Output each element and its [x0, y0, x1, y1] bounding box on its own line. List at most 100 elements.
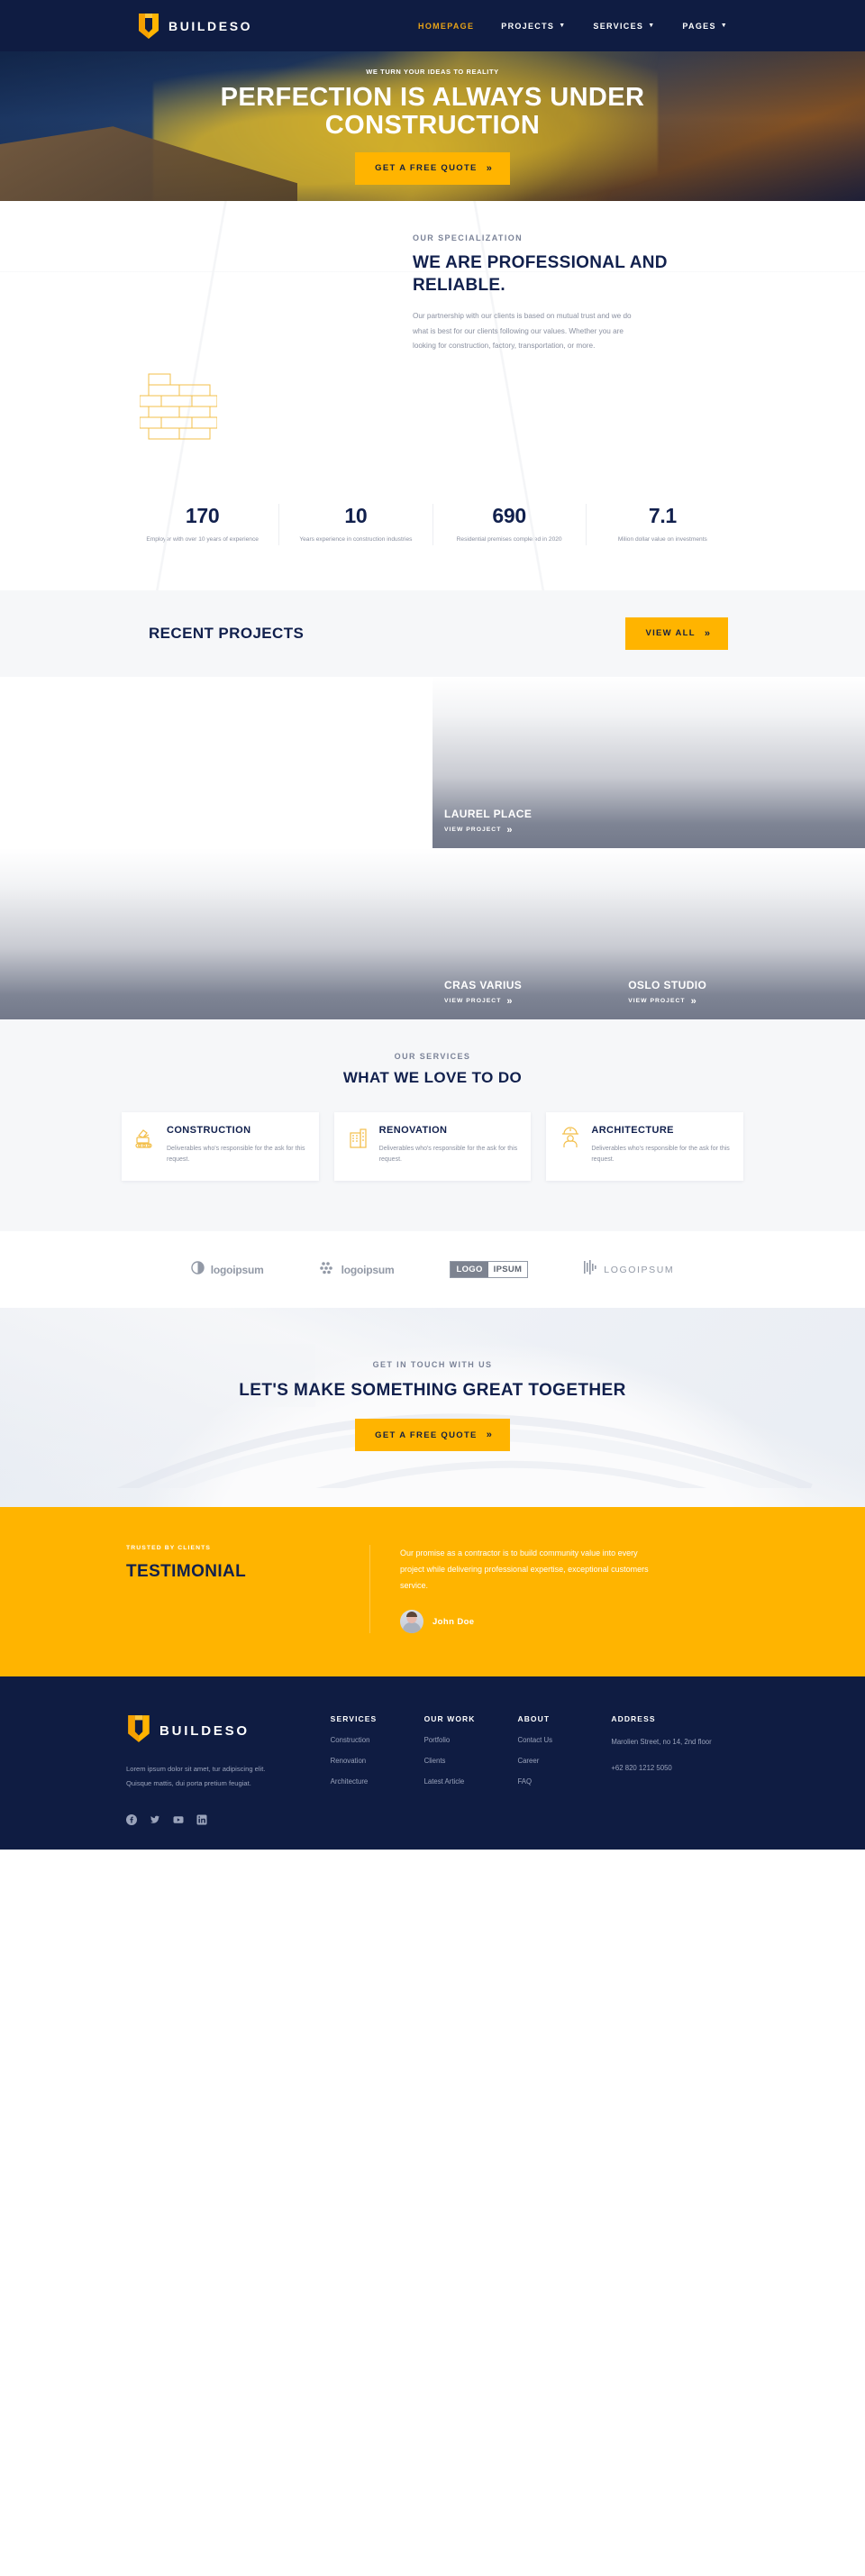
chevron-down-icon: ▼: [648, 23, 656, 29]
twitter-icon[interactable]: [150, 1813, 160, 1824]
service-desc: Deliverables who's responsible for the a…: [378, 1145, 518, 1164]
stat-item: 690 Residential premises completed in 20…: [433, 504, 587, 545]
view-all-label: VIEW ALL: [645, 628, 696, 639]
stats-row: 170 Employer with over 10 years of exper…: [126, 504, 739, 590]
nav-item-pages-label: PAGES: [682, 21, 716, 31]
stat-label: Milion dollar value on investments: [617, 536, 707, 543]
brick-wall-illustration: [139, 373, 218, 448]
project-view-label: VIEW PROJECT: [444, 827, 502, 834]
brand-name: BUILDESO: [168, 18, 253, 33]
footer: BUILDESO Lorem ipsum dolor sit amet, tur…: [0, 1676, 865, 1850]
footer-link[interactable]: Career: [517, 1757, 611, 1765]
footer-column-heading: SERVICES: [330, 1714, 378, 1724]
stat-value: 690: [492, 504, 526, 527]
footer-column-address: ADDRESS Marolien Street, no 14, 2nd floo…: [611, 1714, 739, 1789]
client-logo-label-b: IPSUM: [493, 1265, 523, 1275]
footer-link[interactable]: FAQ: [517, 1777, 611, 1786]
stat-item: 170 Employer with over 10 years of exper…: [126, 504, 280, 545]
testimonial-author: John Doe: [432, 1616, 475, 1627]
chevron-down-icon: ▼: [720, 23, 728, 29]
nav-item-pages[interactable]: PAGES ▼: [682, 22, 728, 31]
footer-column-heading: ABOUT: [517, 1714, 551, 1724]
hero-get-quote-button[interactable]: GET A FREE QUOTE »: [355, 151, 510, 185]
brand-logo[interactable]: BUILDESO: [137, 13, 252, 40]
client-logo-2: logoipsum: [319, 1261, 395, 1279]
footer-address-street: Marolien Street, no 14, 2nd floor: [611, 1738, 712, 1747]
service-title: RENOVATION: [378, 1124, 448, 1136]
about-illustration-col: [135, 233, 396, 459]
services-eyebrow: OUR SERVICES: [394, 1051, 471, 1061]
buildeso-logo-mark: [137, 13, 160, 40]
footer-link[interactable]: Construction: [331, 1736, 424, 1744]
service-card-architecture[interactable]: ARCHITECTURE Deliverables who's responsi…: [546, 1111, 744, 1182]
footer-link[interactable]: Clients: [424, 1757, 518, 1765]
nav-item-homepage[interactable]: HOMEPAGE: [418, 22, 474, 31]
youtube-icon[interactable]: [173, 1813, 184, 1824]
project-card-row2-right[interactable]: CRAS VARIUS VIEW PROJECT » OSLO STUDIO V…: [432, 847, 865, 1019]
project-view-link[interactable]: VIEW PROJECT »: [628, 996, 706, 1007]
hero-eyebrow: WE TURN YOUR IDEAS TO REALITY: [366, 68, 499, 77]
hero-get-quote-label: GET A FREE QUOTE: [375, 163, 478, 174]
worker-helmet-icon: [559, 1125, 582, 1167]
project-view-link[interactable]: VIEW PROJECT »: [444, 996, 522, 1007]
recent-projects-title: RECENT PROJECTS: [149, 624, 305, 642]
double-chevron-right-icon: »: [486, 162, 492, 174]
about-paragraph: Our partnership with our clients is base…: [413, 312, 632, 350]
footer-brand-name: BUILDESO: [159, 1723, 250, 1740]
facebook-icon[interactable]: [126, 1813, 137, 1825]
nav-item-services[interactable]: SERVICES ▼: [593, 22, 655, 31]
stat-value: 10: [344, 504, 368, 527]
nav-item-services-label: SERVICES: [593, 21, 644, 31]
cta-get-quote-button[interactable]: GET A FREE QUOTE »: [355, 1419, 510, 1452]
footer-link[interactable]: Architecture: [331, 1777, 424, 1786]
stat-value: 170: [185, 504, 220, 527]
cta-heading: LET'S MAKE SOMETHING GREAT TOGETHER: [239, 1381, 626, 1401]
nav-item-projects-label: PROJECTS: [501, 21, 555, 31]
project-view-label: VIEW PROJECT: [444, 998, 502, 1005]
chevron-down-icon: ▼: [559, 23, 567, 29]
project-card-cras-varius-left[interactable]: [0, 847, 432, 1019]
boxed-logo-icon: LOGO IPSUM: [450, 1261, 529, 1279]
double-chevron-right-icon: »: [690, 995, 697, 1007]
cta-get-quote-label: GET A FREE QUOTE: [375, 1430, 478, 1440]
split-circle-icon: [191, 1261, 205, 1279]
footer-column-heading: ADDRESS: [611, 1714, 656, 1724]
nav-item-projects[interactable]: PROJECTS ▼: [501, 22, 566, 31]
project-thumbnail: [0, 847, 432, 1019]
recent-projects-header: RECENT PROJECTS VIEW ALL »: [0, 589, 865, 677]
project-name: LAUREL PLACE: [444, 807, 533, 820]
footer-link[interactable]: Portfolio: [424, 1736, 518, 1744]
about-section: OUR SPECIALIZATION WE ARE PROFESSIONAL A…: [0, 201, 865, 590]
testimonial-eyebrow: TRUSTED BY CLIENTS: [126, 1545, 212, 1552]
person-avatar: [400, 1610, 423, 1634]
client-logo-3: LOGO IPSUM: [450, 1261, 529, 1279]
linkedin-icon[interactable]: [196, 1813, 207, 1825]
testimonial-section: TRUSTED BY CLIENTS TESTIMONIAL Our promi…: [0, 1507, 865, 1677]
stat-item: 10 Years experience in construction indu…: [279, 504, 433, 545]
top-navbar: BUILDESO HOMEPAGE PROJECTS ▼ SERVICES ▼ …: [0, 0, 865, 51]
project-view-link[interactable]: VIEW PROJECT »: [444, 825, 532, 836]
footer-brand-logo[interactable]: BUILDESO: [126, 1714, 331, 1748]
recent-projects-grid: LAUREL PLACE VIEW PROJECT » CRAS VARIUS: [0, 676, 865, 1019]
project-view-label: VIEW PROJECT: [628, 998, 686, 1005]
about-text-col: OUR SPECIALIZATION WE ARE PROFESSIONAL A…: [396, 233, 730, 459]
about-eyebrow: OUR SPECIALIZATION: [413, 233, 524, 242]
service-card-renovation[interactable]: RENOVATION Deliverables who's responsibl…: [333, 1111, 532, 1182]
service-card-construction[interactable]: CONSTRUCTION Deliverables who's responsi…: [122, 1111, 319, 1182]
client-logo-label: LOGOIPSUM: [604, 1264, 675, 1275]
project-card-laurel-place[interactable]: LAUREL PLACE VIEW PROJECT »: [432, 676, 865, 848]
footer-link[interactable]: Contact Us: [517, 1736, 611, 1744]
excavator-icon: [134, 1125, 158, 1167]
footer-social-links: [126, 1813, 739, 1825]
footer-column-about: ABOUT Contact Us Career FAQ: [517, 1714, 611, 1789]
client-logo-label: logoipsum: [341, 1263, 395, 1276]
footer-link[interactable]: Renovation: [331, 1757, 424, 1765]
footer-link[interactable]: Latest Article: [424, 1777, 518, 1786]
view-all-projects-button[interactable]: VIEW ALL »: [625, 617, 728, 650]
footer-column-services: SERVICES Construction Renovation Archite…: [331, 1714, 424, 1789]
buildeso-logo-mark: [126, 1714, 151, 1748]
service-desc: Deliverables who's responsible for the a…: [167, 1145, 305, 1164]
nav-item-homepage-label: HOMEPAGE: [418, 21, 475, 31]
service-title: CONSTRUCTION: [167, 1124, 251, 1136]
stat-item: 7.1 Milion dollar value on investments: [587, 504, 739, 545]
